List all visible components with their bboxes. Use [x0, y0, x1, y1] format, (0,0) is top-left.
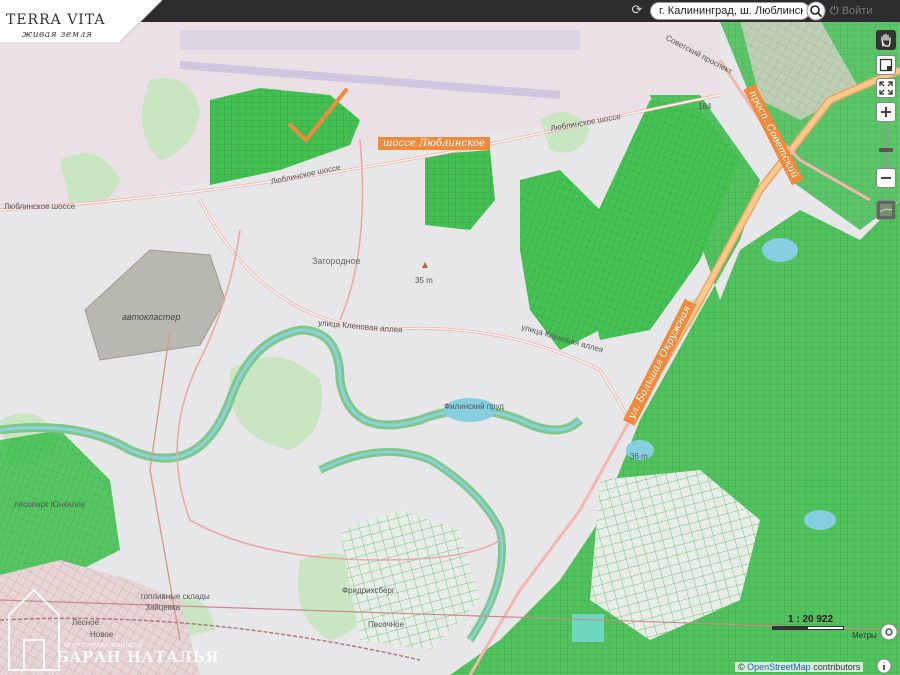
label-filinsky-pond: Филинский пруд: [444, 402, 504, 411]
minus-icon: [881, 177, 891, 179]
settings-icon[interactable]: [880, 623, 898, 641]
expand-icon: [879, 81, 893, 95]
zoom-slider-track[interactable]: [885, 126, 887, 168]
scale-ratio: 1 : 20 922: [788, 614, 834, 625]
hand-icon: [881, 33, 891, 47]
label-pesochnoe: Песочное: [368, 620, 405, 629]
power-icon: ⏻: [830, 5, 839, 17]
fullscreen-button[interactable]: [876, 78, 896, 98]
zoom-in-button[interactable]: [876, 102, 896, 122]
login-button[interactable]: ⏻ Войти: [830, 3, 890, 19]
label-highway-lyublinskoe: шоссе Люблинское: [378, 137, 490, 150]
select-area-icon: [879, 58, 893, 72]
watermark-name: БАРАН НАТАЛЬЯ: [56, 648, 220, 666]
label-elevation-35: 35 m: [415, 276, 433, 285]
refresh-icon[interactable]: ⟳: [628, 2, 646, 20]
label-lyublinskoe-road: Люблинское шоссе: [4, 202, 76, 211]
label-elevation-36: 36 m: [630, 452, 648, 461]
label-zaitsevka: Зайцевка: [145, 603, 181, 612]
plus-icon: [881, 107, 891, 117]
attribution-prefix: ©: [738, 662, 745, 672]
label-autocluster: автокластер: [122, 312, 181, 322]
label-novoe: Новое: [90, 630, 114, 639]
map-canvas[interactable]: [0, 0, 900, 675]
search-box[interactable]: [650, 2, 810, 20]
scale-unit: Метры: [852, 631, 877, 640]
logo-subtitle: живая земля: [22, 30, 93, 40]
watermark-house-icon: [8, 588, 60, 671]
label-road-184: 184: [698, 102, 712, 111]
attribution-suffix: contributors: [813, 662, 861, 672]
label-forest-park: лесопарк Юнхалле: [14, 500, 86, 509]
search-input[interactable]: [659, 3, 803, 19]
login-label: Войти: [841, 5, 873, 17]
label-lesnoe: Лесное: [72, 618, 100, 627]
osm-link[interactable]: OpenStreetMap: [747, 662, 811, 672]
zoom-out-button[interactable]: [876, 168, 896, 188]
logo-title: TERRA VITA: [6, 12, 106, 28]
layer-switch-button[interactable]: [876, 200, 896, 220]
label-friedrichsberg: Фридрихсберг: [342, 586, 395, 595]
satellite-icon: [879, 204, 893, 216]
info-icon[interactable]: [876, 658, 892, 674]
label-fuel-depot: топливные склады: [140, 592, 210, 601]
scale-bar: [772, 626, 844, 630]
search-icon[interactable]: [806, 1, 826, 21]
label-zagorodnoe: Загородное: [312, 256, 361, 266]
draw-area-button[interactable]: [876, 55, 896, 75]
map-attribution: © OpenStreetMap contributors: [735, 662, 864, 672]
pan-tool-button[interactable]: [876, 30, 896, 50]
zoom-slider-thumb[interactable]: [879, 148, 893, 152]
